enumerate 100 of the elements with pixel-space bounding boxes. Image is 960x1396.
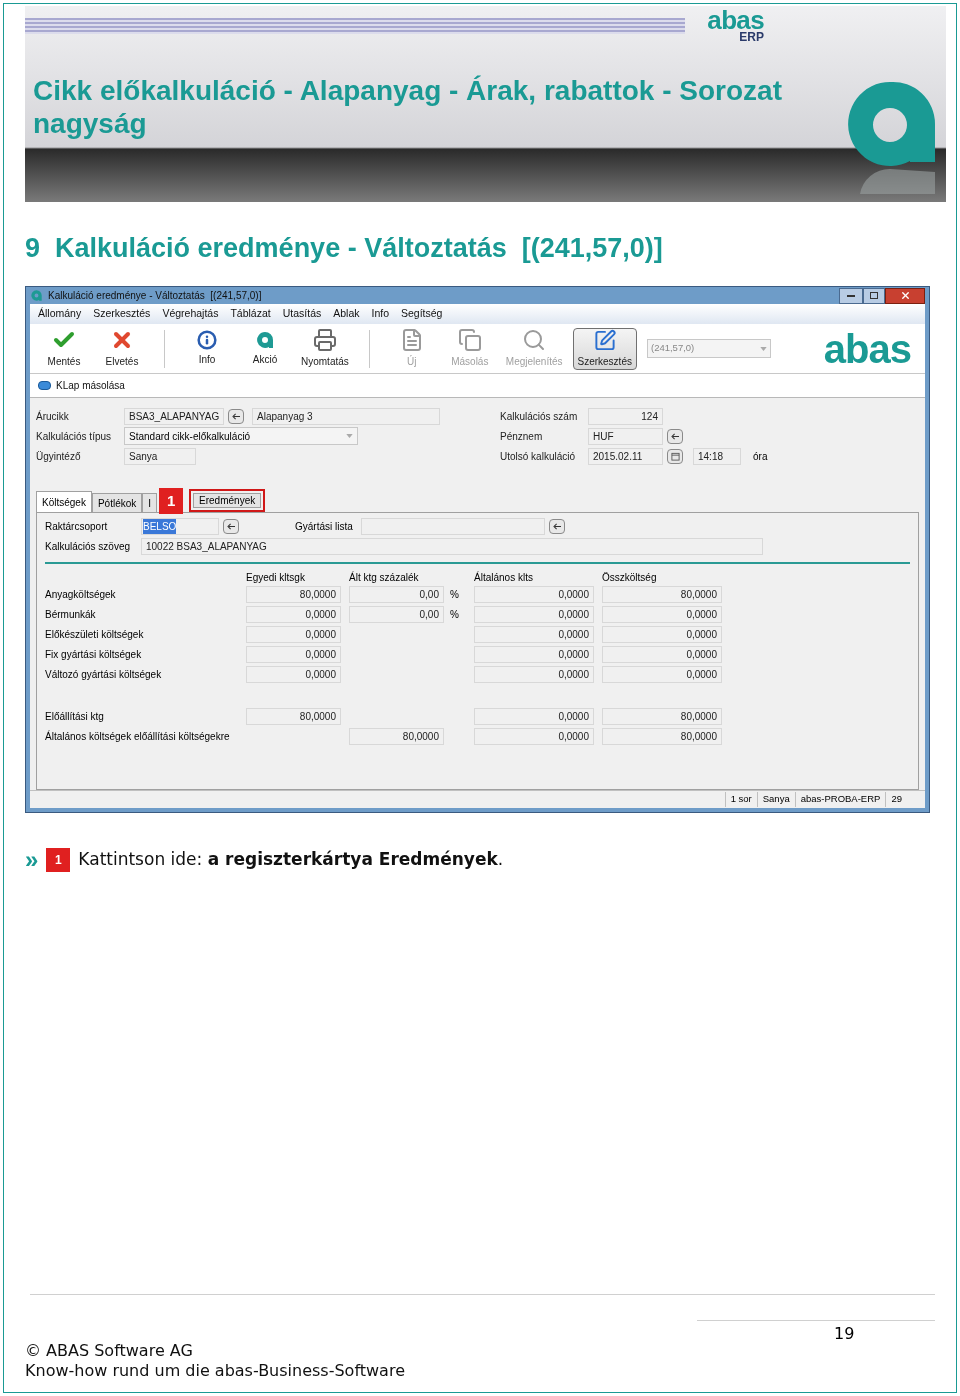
- callout-badge: 1: [159, 488, 184, 514]
- copy-icon: [457, 328, 482, 352]
- screen-icon: [38, 381, 51, 390]
- lookup-button[interactable]: [223, 518, 239, 534]
- value-cell[interactable]: 0,0000: [246, 605, 341, 623]
- tab[interactable]: Pótlékok: [91, 493, 143, 512]
- unit-label: óra: [753, 449, 768, 464]
- input-field[interactable]: HUF: [588, 427, 663, 445]
- close-button[interactable]: [885, 287, 925, 304]
- field-label: Kalkulációs szám: [500, 409, 579, 424]
- row-label: Általános költségek előállítási költségekre: [45, 729, 231, 744]
- input-field[interactable]: 124: [588, 407, 663, 425]
- value-cell[interactable]: 0,0000: [246, 665, 341, 683]
- field-label: Pénznem: [500, 429, 544, 444]
- input-field[interactable]: [361, 517, 545, 535]
- value-cell[interactable]: 0,0000: [474, 727, 594, 745]
- value-cell[interactable]: 0,0000: [474, 585, 594, 603]
- value-cell[interactable]: 80,0000: [602, 585, 722, 603]
- lookup-button[interactable]: [228, 408, 244, 424]
- arrow-icon: [226, 522, 236, 530]
- selected-text: BELSO: [143, 518, 177, 534]
- value-cell[interactable]: 0,00: [349, 585, 444, 603]
- field-label: Kalkulációs szöveg: [45, 539, 132, 554]
- input-field[interactable]: BELSO: [141, 517, 219, 535]
- toolbar-button[interactable]: Akció: [239, 327, 291, 370]
- lookup-button[interactable]: [667, 428, 683, 444]
- value-cell[interactable]: 80,0000: [246, 707, 341, 725]
- section-heading: 9 Kalkuláció eredménye - Változtatás [(241,57,0)]: [25, 232, 664, 264]
- edit-icon: [592, 328, 617, 352]
- dropdown[interactable]: Standard cikk-előkalkuláció: [124, 427, 358, 445]
- menu-item[interactable]: Info: [371, 306, 389, 322]
- tab[interactable]: I: [142, 493, 158, 512]
- menu-item[interactable]: Végrehajtás: [162, 306, 219, 322]
- value-cell[interactable]: 0,0000: [474, 605, 594, 623]
- input-field[interactable]: BSA3_ALAPANYAG: [124, 407, 224, 425]
- calendar-button[interactable]: [667, 448, 683, 464]
- calendar-icon: [670, 451, 680, 461]
- value-cell[interactable]: 80,0000: [246, 585, 341, 603]
- value-cell[interactable]: 0,0000: [246, 645, 341, 663]
- menu-item[interactable]: Táblázat: [230, 306, 271, 322]
- toolbar-button[interactable]: Nyomtatás: [297, 327, 353, 370]
- toolbar-button[interactable]: Mentés: [38, 327, 90, 370]
- input-field[interactable]: Alapanyag 3: [252, 407, 440, 425]
- menu-item[interactable]: Ablak: [333, 306, 360, 322]
- value-cell[interactable]: 0,0000: [474, 707, 594, 725]
- value-cell[interactable]: 0,0000: [474, 625, 594, 643]
- value-cell[interactable]: 0,0000: [246, 625, 341, 643]
- instruction-text: Kattintson ide: a regiszterkártya Eredmények.: [78, 848, 504, 871]
- field-label: Gyártási lista: [295, 519, 354, 534]
- value-cell[interactable]: 0,0000: [602, 645, 722, 663]
- value-cell[interactable]: 80,0000: [602, 727, 722, 745]
- minimize-button[interactable]: [839, 287, 863, 304]
- status-bar-item: Sanya: [756, 792, 795, 807]
- tab[interactable]: Költségek: [36, 491, 92, 512]
- value-cell[interactable]: 0,0000: [602, 665, 722, 683]
- printer-icon: [312, 328, 337, 352]
- value-cell[interactable]: 0,0000: [602, 625, 722, 643]
- column-header: Általános klts: [474, 570, 534, 585]
- unit-label: %: [449, 607, 460, 622]
- tab[interactable]: Eredmények: [189, 489, 266, 512]
- caret-icon: [759, 346, 767, 351]
- logo: abas: [823, 328, 911, 369]
- logo-icon: [30, 289, 43, 302]
- info-icon: [197, 330, 217, 350]
- value-cell[interactable]: 80,0000: [602, 707, 722, 725]
- field-label: Ügyintéző: [36, 449, 82, 464]
- value-cell[interactable]: 80,0000: [349, 727, 444, 745]
- close-icon: [899, 290, 911, 301]
- menu-item[interactable]: Szerkesztés: [93, 306, 151, 322]
- toolbar-button[interactable]: Info: [181, 327, 233, 370]
- toolbar-button[interactable]: Elvetés: [96, 327, 148, 370]
- logo: abas: [707, 9, 764, 31]
- toolbar-button[interactable]: Szerkesztés: [572, 327, 637, 370]
- search-icon: [522, 328, 547, 352]
- unit-label: %: [449, 587, 460, 602]
- maximize-button[interactable]: [863, 287, 885, 304]
- menu-item[interactable]: Állomány: [38, 306, 82, 322]
- row-label: Változó gyártási költségek: [45, 667, 163, 682]
- menu-item[interactable]: Utasítás: [282, 306, 322, 322]
- menu-item[interactable]: Segítség: [401, 306, 443, 322]
- input-field[interactable]: Sanya: [124, 447, 196, 465]
- value-cell[interactable]: 0,0000: [602, 605, 722, 623]
- copyright-text: © ABAS Software AG: [25, 1341, 194, 1361]
- arrow-icon: [670, 432, 680, 440]
- row-label: Előállítási ktg: [45, 709, 105, 724]
- lookup-button[interactable]: [549, 518, 565, 534]
- status-bar-item: 29: [885, 792, 907, 807]
- field-label: Raktárcsoport: [45, 519, 109, 534]
- value-cell[interactable]: 0,0000: [474, 665, 594, 683]
- input-field[interactable]: 10022 BSA3_ALAPANYAG: [141, 537, 763, 555]
- step-badge: 1: [46, 847, 71, 872]
- input-field[interactable]: 2015.02.11: [588, 447, 663, 465]
- value-cell[interactable]: 0,0000: [474, 645, 594, 663]
- field-label: Árucikk: [36, 409, 70, 424]
- caret-icon: [346, 434, 353, 438]
- value-cell[interactable]: 0,00: [349, 605, 444, 623]
- input-field[interactable]: 14:18: [693, 447, 741, 465]
- action-link[interactable]: KLap másolása: [56, 378, 125, 393]
- status-bar-item: abas-PROBA-ERP: [794, 792, 886, 807]
- column-header: Összköltség: [602, 570, 658, 585]
